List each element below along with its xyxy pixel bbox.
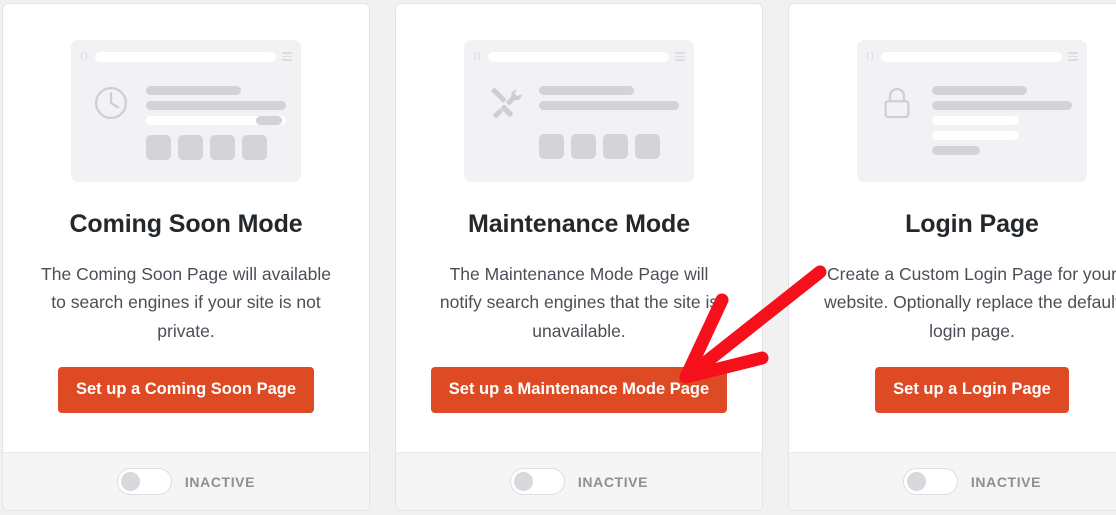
hamburger-menu-icon <box>675 52 685 61</box>
browser-nav-arrows-icon: ⟨⟩ <box>866 51 876 61</box>
browser-chrome-bar: ⟨⟩ <box>473 48 685 65</box>
card-body: ⟨⟩ <box>789 4 1116 452</box>
maintenance-mode-toggle[interactable] <box>509 468 565 495</box>
preview-tile <box>242 135 267 160</box>
setup-login-page-button[interactable]: Set up a Login Page <box>875 367 1069 414</box>
lock-icon <box>876 82 918 124</box>
preview-social-tiles <box>473 134 685 159</box>
browser-url-bar <box>95 51 276 62</box>
preview-text-lines <box>146 82 286 125</box>
card-description: The Coming Soon Page will available to s… <box>41 264 331 341</box>
preview-tile <box>539 134 564 159</box>
card-title: Login Page <box>905 210 1039 238</box>
browser-nav-arrows-icon: ⟨⟩ <box>473 51 483 61</box>
browser-nav-arrows-icon: ⟨⟩ <box>80 51 90 61</box>
preview-line <box>932 101 1072 110</box>
preview-line <box>932 86 1028 95</box>
card-title: Maintenance Mode <box>467 210 691 238</box>
preview-tile <box>571 134 596 159</box>
coming-soon-preview-thumbnail: ⟨⟩ <box>71 40 301 182</box>
preview-input-field <box>146 116 286 125</box>
coming-soon-mode-toggle[interactable] <box>116 468 172 495</box>
preview-text-lines <box>539 82 679 110</box>
preview-tile <box>635 134 660 159</box>
preview-input-field <box>932 131 1019 140</box>
browser-chrome-bar: ⟨⟩ <box>866 48 1078 65</box>
toggle-knob <box>120 472 140 491</box>
setup-maintenance-mode-page-button[interactable]: Set up a Maintenance Mode Page <box>430 367 728 414</box>
preview-content <box>866 65 1078 155</box>
card-footer: INACTIVE <box>396 452 762 510</box>
toggle-status-label: INACTIVE <box>184 473 256 490</box>
card-footer: INACTIVE <box>789 452 1116 510</box>
preview-tile <box>210 135 235 160</box>
toggle-status-label: INACTIVE <box>577 473 649 490</box>
preview-line <box>539 101 679 110</box>
card-login-page: ⟨⟩ Login Page Create a Custom Login Page… <box>788 3 1116 511</box>
card-description: Create a Custom Login Page for your webs… <box>824 264 1116 341</box>
preview-submit-button <box>932 146 980 155</box>
maintenance-preview-thumbnail: ⟨⟩ <box>464 40 694 182</box>
card-maintenance-mode: ⟨⟩ Maintenance Mode The Maintenance Mode… <box>395 3 763 511</box>
login-preview-thumbnail: ⟨⟩ <box>857 40 1087 182</box>
preview-tile <box>146 135 171 160</box>
screen: ⟨⟩ Coming Soon Mode The Coming Soon Page… <box>0 0 1116 515</box>
card-coming-soon-mode: ⟨⟩ Coming Soon Mode The Coming Soon Page… <box>2 3 370 511</box>
toggle-knob <box>513 472 533 491</box>
tools-icon <box>483 82 525 124</box>
hamburger-menu-icon <box>282 52 292 61</box>
preview-text-lines <box>932 82 1072 155</box>
feature-card-row: ⟨⟩ Coming Soon Mode The Coming Soon Page… <box>2 3 1116 511</box>
preview-input-field <box>932 116 1019 125</box>
preview-tile <box>603 134 628 159</box>
browser-url-bar <box>488 51 669 62</box>
browser-chrome-bar: ⟨⟩ <box>80 48 292 65</box>
toggle-knob <box>906 472 926 491</box>
browser-url-bar <box>881 51 1062 62</box>
hamburger-menu-icon <box>1068 52 1078 61</box>
preview-social-tiles <box>80 135 292 160</box>
preview-line <box>539 86 635 95</box>
card-body: ⟨⟩ <box>396 4 762 452</box>
card-description: The Maintenance Mode Page will notify se… <box>439 264 719 341</box>
card-title: Coming Soon Mode <box>69 210 303 238</box>
card-body: ⟨⟩ <box>3 4 369 452</box>
setup-coming-soon-page-button[interactable]: Set up a Coming Soon Page <box>57 367 315 414</box>
login-page-toggle[interactable] <box>902 468 958 495</box>
preview-content <box>473 65 685 124</box>
clock-icon <box>90 82 132 124</box>
preview-content <box>80 65 292 125</box>
toggle-status-label: INACTIVE <box>970 473 1042 490</box>
preview-line <box>146 101 286 110</box>
card-footer: INACTIVE <box>3 452 369 510</box>
preview-line <box>146 86 242 95</box>
preview-tile <box>178 135 203 160</box>
